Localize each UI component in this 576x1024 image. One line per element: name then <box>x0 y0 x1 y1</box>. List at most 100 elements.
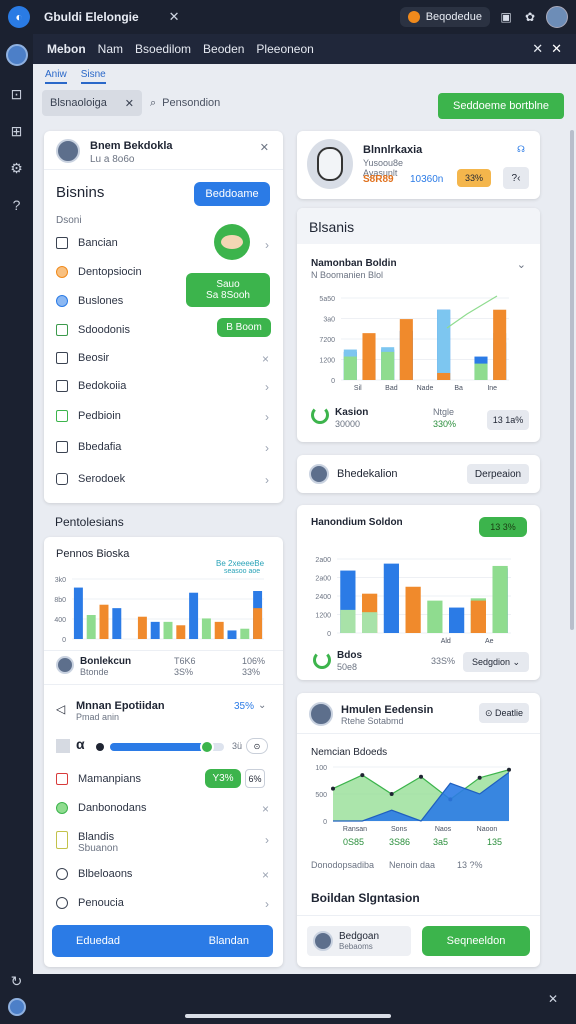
green-promo-card[interactable]: Sauo Sa 8Sooh <box>186 273 270 307</box>
subtab-2[interactable]: Sisne <box>80 69 106 84</box>
list-item-label: Blbeloaons <box>78 868 133 880</box>
window-close-button[interactable]: ✕ <box>551 41 562 57</box>
nav-tab-1[interactable]: Mebon <box>41 42 92 56</box>
menu-item-label: Sdoodonis <box>78 324 130 336</box>
profile-badge[interactable]: 33% <box>457 169 491 187</box>
alpha-icon: α <box>76 736 85 752</box>
list-item-sub: Sbuanon <box>78 843 119 854</box>
chevron-right-icon[interactable]: › <box>265 441 269 455</box>
area-point <box>360 773 365 778</box>
y-tick-label: 1200 <box>315 613 331 620</box>
robot-avatar <box>307 139 353 189</box>
nav-tab-4[interactable]: Beoden <box>197 42 250 56</box>
chevron-right-icon[interactable]: › <box>265 473 269 487</box>
menu-item[interactable]: Buslones <box>56 295 123 307</box>
green-tag[interactable]: Y3% <box>205 769 241 788</box>
account-pill[interactable]: Beqodedue <box>399 7 490 27</box>
legend-text: Be 2xeeeeBe <box>216 559 265 568</box>
bar <box>470 600 486 633</box>
menu-item[interactable]: Beosir <box>56 352 109 364</box>
close-icon[interactable]: × <box>262 352 269 366</box>
nav-close-button[interactable]: ✕ <box>532 41 543 57</box>
chevron-right-icon[interactable]: › <box>265 833 269 847</box>
orange-dot-icon <box>56 266 68 278</box>
close-icon[interactable]: ✕ <box>260 141 269 154</box>
mini-toggle[interactable]: ⊙ <box>246 738 268 754</box>
chevron-down-icon[interactable]: ⌄ <box>258 700 266 711</box>
chevron-down-icon[interactable]: ⌄ <box>517 258 526 271</box>
workspace-avatar[interactable] <box>5 44 28 66</box>
menu-item[interactable]: Bedokoiia <box>56 380 126 392</box>
outline-tag[interactable]: 6% <box>245 769 265 788</box>
primary-button[interactable]: Beddoame <box>194 182 270 206</box>
primary-action-button[interactable]: Seddoeme bortblne <box>438 93 564 119</box>
card-title: Blsanis <box>309 219 355 235</box>
color-swatch[interactable] <box>56 739 70 753</box>
chart-icon[interactable]: ⊡ <box>11 86 23 103</box>
green-dot-icon <box>56 802 68 814</box>
menu-item[interactable]: Bbedafia <box>56 441 121 453</box>
small-green-button[interactable]: B Boom <box>217 318 271 337</box>
user-avatar[interactable] <box>546 6 568 28</box>
detail-button[interactable]: ⊙ Deatlie <box>479 703 529 723</box>
refresh-icon[interactable]: ↻ <box>11 973 23 990</box>
send-icon: ◁ <box>56 702 66 716</box>
right-chart-card-2: Hanondium Soldon 13 3% 0 1200 2400 2a00 2a00… <box>297 505 540 680</box>
bottom-close-icon[interactable]: ✕ <box>548 992 558 1006</box>
foot-button[interactable]: 13 1a% <box>487 410 529 430</box>
foot-select[interactable]: Sedgdion ⌄ <box>463 652 529 672</box>
chevron-right-icon[interactable]: › <box>265 238 269 252</box>
x-tick-label: Nade <box>417 385 434 392</box>
user-action-button[interactable]: Derpeaion <box>467 464 529 484</box>
area-point <box>331 786 335 791</box>
progress-percent: 35% <box>234 701 255 712</box>
clipboard-icon[interactable]: ⊞ <box>11 123 23 140</box>
list-item[interactable]: Danbonodans <box>56 802 147 814</box>
close-icon[interactable]: × <box>262 802 269 816</box>
chevron-right-icon[interactable]: › <box>265 410 269 424</box>
y-tick-label: 100 <box>315 765 327 772</box>
list-item[interactable]: Blandis Sbuanon <box>56 831 118 854</box>
chart-badge[interactable]: 13 3% <box>479 517 527 537</box>
profile-chip-sub: Bebaoms <box>339 942 373 951</box>
chevron-right-icon[interactable]: › <box>265 897 269 911</box>
window-icon[interactable]: ▣ <box>498 9 514 25</box>
menu-item[interactable]: Sdoodonis <box>56 324 130 336</box>
footer-action-button[interactable]: Eduedad Blandan <box>52 925 273 957</box>
slider-knob[interactable] <box>199 740 214 754</box>
nav-tab-3[interactable]: Bsoedilom <box>129 42 197 56</box>
list-item[interactable]: Penoucia <box>56 897 124 909</box>
bar <box>343 356 357 380</box>
profile-avatar[interactable] <box>7 998 26 1016</box>
filter-chip-close-icon[interactable]: ✕ <box>125 97 134 110</box>
palette-icon[interactable]: ✿ <box>522 9 538 25</box>
scrollbar[interactable] <box>570 130 574 630</box>
close-tab-button[interactable]: ✕ <box>169 9 180 25</box>
list-item[interactable]: Mamanpians <box>56 773 141 785</box>
confirm-button[interactable]: Seqneeldon <box>422 926 530 956</box>
more-button[interactable]: ?‹ <box>503 167 529 189</box>
gear-icon[interactable]: ⚙ <box>10 160 23 177</box>
search-field[interactable]: ⌕ Pensondion <box>150 90 270 116</box>
chevron-right-icon[interactable]: › <box>265 380 269 394</box>
menu-item-label: Bedokoiia <box>78 380 127 392</box>
search-label: Pensondion <box>162 97 221 109</box>
menu-item[interactable]: Pedbioin <box>56 410 121 422</box>
subtab-1[interactable]: Aniw <box>45 69 67 84</box>
profile-value-1: S8R89 <box>363 174 394 185</box>
menu-item[interactable]: Serodoek <box>56 473 125 485</box>
bar <box>73 587 83 639</box>
list-item[interactable]: Blbeloaons <box>56 868 132 880</box>
home-indicator[interactable] <box>185 1014 391 1018</box>
profile-chip-avatar <box>313 931 333 951</box>
close-icon[interactable]: × <box>262 868 269 882</box>
link-icon[interactable]: ☊ <box>517 144 525 155</box>
nav-tab-5[interactable]: Pleeoneon <box>250 42 319 56</box>
menu-item[interactable]: Dentopsiocin <box>56 266 142 278</box>
help-icon[interactable]: ? <box>13 197 21 213</box>
menu-item[interactable]: Bancian <box>56 237 118 249</box>
filter-chip[interactable]: Blsnaoloiga ✕ <box>42 90 142 116</box>
nav-tab-2[interactable]: Nam <box>92 42 129 56</box>
section-heading: Pentolesians <box>55 515 124 529</box>
profile-chip[interactable]: Bedgoan Bebaoms <box>307 926 411 956</box>
